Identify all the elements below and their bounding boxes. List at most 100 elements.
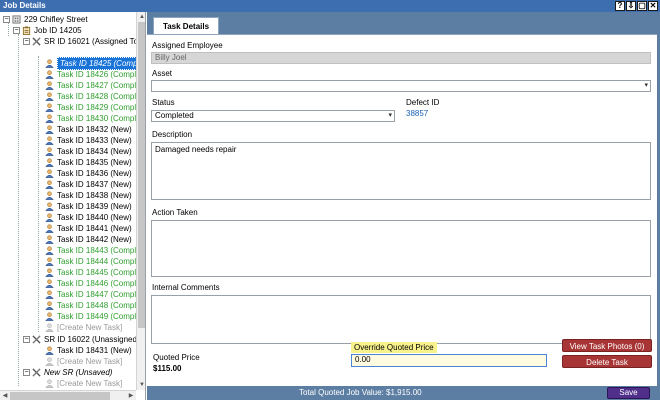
- tree-node-task[interactable]: Task ID 18442 (New): [45, 234, 132, 245]
- window-controls: ? ⇩ ▢ ✕: [615, 1, 658, 11]
- person-icon: [45, 224, 54, 233]
- tree-node-task[interactable]: Task ID 18441 (New): [45, 223, 132, 234]
- tree-node-task[interactable]: Task ID 18432 (New): [45, 124, 132, 135]
- person-icon: [45, 235, 54, 244]
- create-new-item[interactable]: [Create New Task]: [45, 378, 122, 389]
- scroll-up-icon[interactable]: ▲: [137, 12, 145, 22]
- tree-node-label: 229 Chifley Street: [24, 15, 88, 24]
- assigned-employee-field: Billy Joel: [151, 52, 651, 64]
- maximize-button[interactable]: ▢: [637, 1, 647, 11]
- tree-node-task[interactable]: Task ID 18438 (New): [45, 190, 132, 201]
- person-icon: [45, 125, 54, 134]
- person-icon: [45, 103, 54, 112]
- action-taken-textarea[interactable]: [151, 220, 651, 277]
- chevron-down-icon: ▾: [388, 112, 392, 119]
- create-new-item[interactable]: [Create New Task]: [45, 322, 122, 333]
- tree-node-task[interactable]: Task ID 18426 (Complet: [45, 69, 136, 80]
- collapse-icon[interactable]: −: [23, 38, 30, 45]
- tree-hscroll-thumb[interactable]: [10, 392, 110, 400]
- tree-node-label: Task ID 18449 (Complet: [57, 312, 136, 321]
- tree-vertical-scrollbar[interactable]: ▲ ▼: [136, 12, 145, 390]
- tree-node-label: Task ID 18437 (New): [57, 180, 132, 189]
- tree-node-task[interactable]: Task ID 18435 (New): [45, 157, 132, 168]
- tree-node-task[interactable]: Task ID 18446 (Complet: [45, 278, 136, 289]
- tree-node-task[interactable]: Task ID 18443 (Complet: [45, 245, 136, 256]
- tree-node-label: Task ID 18439 (New): [57, 202, 132, 211]
- tree-node-task[interactable]: Task ID 18440 (New): [45, 212, 132, 223]
- person-icon: [45, 158, 54, 167]
- collapse-icon[interactable]: −: [13, 27, 20, 34]
- tree-node-task[interactable]: Task ID 18430 (Complet: [45, 113, 136, 124]
- tree-node-task[interactable]: Task ID 18445 (Complet: [45, 267, 136, 278]
- tree-node-task[interactable]: Task ID 18439 (New): [45, 201, 132, 212]
- tree-node-task[interactable]: Task ID 18434 (New): [45, 146, 132, 157]
- tree-node-label: Task ID 18441 (New): [57, 224, 132, 233]
- tree-node-task[interactable]: Task ID 18436 (New): [45, 168, 132, 179]
- scroll-left-icon[interactable]: ◀: [0, 391, 10, 400]
- tree-node-label: Task ID 18428 (Complet: [57, 92, 136, 101]
- create-new-item[interactable]: [Create New Task]: [45, 356, 122, 367]
- person-icon: [45, 136, 54, 145]
- quoted-price-value: $115.00: [153, 364, 182, 373]
- tree-node-task[interactable]: Task ID 18429 (Complet: [45, 102, 136, 113]
- tree-node-task[interactable]: Task ID 18427 (Complet: [45, 80, 136, 91]
- status-label: Status: [152, 98, 175, 107]
- person-icon: [45, 169, 54, 178]
- person-icon: [45, 114, 54, 123]
- status-dropdown[interactable]: Completed ▾: [151, 110, 395, 122]
- tree-node-label: Task ID 18438 (New): [57, 191, 132, 200]
- person-icon: [45, 92, 54, 101]
- download-button[interactable]: ⇩: [626, 1, 636, 11]
- task-details-form: Assigned Employee Billy Joel Asset ▾ Sta…: [147, 34, 657, 386]
- defect-id-link[interactable]: 38857: [406, 109, 428, 118]
- scroll-right-icon[interactable]: ▶: [126, 391, 136, 400]
- tree-node-task[interactable]: Task ID 18431 (New): [45, 345, 132, 356]
- assigned-employee-label: Assigned Employee: [152, 41, 223, 50]
- tree-node-label: [Create New Task]: [57, 357, 123, 366]
- save-button[interactable]: Save: [607, 387, 650, 399]
- asset-dropdown[interactable]: ▾: [151, 80, 651, 92]
- tree-scroll-thumb[interactable]: [138, 22, 145, 328]
- tree-node-task[interactable]: Task ID 18437 (New): [45, 179, 132, 190]
- scroll-down-icon[interactable]: ▼: [137, 380, 145, 390]
- tree-node-label: Task ID 18446 (Complet: [57, 279, 136, 288]
- tree-node-label: Task ID 18443 (Complet: [57, 246, 136, 255]
- view-task-photos-button[interactable]: View Task Photos (0): [562, 339, 652, 352]
- tree-node-label: Task ID 18436 (New): [57, 169, 132, 178]
- help-button[interactable]: ?: [615, 1, 625, 11]
- delete-task-button[interactable]: Delete Task: [562, 355, 652, 368]
- description-textarea[interactable]: Damaged needs repair: [151, 142, 651, 200]
- tree-node-task[interactable]: Task ID 18448 (Complet: [45, 300, 136, 311]
- collapse-icon[interactable]: −: [23, 336, 30, 343]
- tree-node-sr-16021[interactable]: − SR ID 16021 (Assigned To T: [23, 36, 136, 47]
- clipboard-icon: [22, 26, 31, 35]
- tree-node-task[interactable]: Task ID 18447 (Complet: [45, 289, 136, 300]
- tree-node-job[interactable]: − Job ID 14205: [13, 25, 82, 36]
- tree-node-new-sr[interactable]: − New SR (Unsaved): [23, 367, 112, 378]
- tree-node-label: SR ID 16021 (Assigned To T: [44, 37, 136, 46]
- internal-comments-textarea[interactable]: [151, 295, 651, 344]
- tree-node-task[interactable]: Task ID 18425 (Comple: [45, 57, 136, 70]
- tree-node-task[interactable]: Task ID 18449 (Complet: [45, 311, 136, 322]
- person-icon: [45, 290, 54, 299]
- tree-node-task[interactable]: Task ID 18433 (New): [45, 135, 132, 146]
- tree-node-task[interactable]: Task ID 18444 (Complet: [45, 256, 136, 267]
- tree-node-property[interactable]: − 229 Chifley Street: [3, 14, 88, 25]
- window-titlebar: Job Details ? ⇩ ▢ ✕: [0, 0, 660, 12]
- tree-node-task[interactable]: Task ID 18428 (Complet: [45, 91, 136, 102]
- collapse-icon[interactable]: −: [23, 369, 30, 376]
- tree-node-label: Task ID 18434 (New): [57, 147, 132, 156]
- person-icon: [45, 81, 54, 90]
- override-quoted-price-input[interactable]: 0.00: [351, 354, 547, 367]
- collapse-icon[interactable]: −: [3, 16, 10, 23]
- person-icon: [45, 346, 54, 355]
- tree-node-sr-16022[interactable]: − SR ID 16022 (Unassigned): [23, 334, 136, 345]
- tree-node-label: Task ID 18433 (New): [57, 136, 132, 145]
- new-item-icon: [45, 323, 54, 332]
- new-item-icon: [45, 357, 54, 366]
- internal-comments-label: Internal Comments: [152, 283, 220, 292]
- chevron-down-icon: ▾: [644, 82, 648, 89]
- tab-task-details[interactable]: Task Details: [153, 17, 219, 35]
- close-button[interactable]: ✕: [648, 1, 658, 11]
- tree-horizontal-scrollbar[interactable]: ◀ ▶: [0, 390, 136, 400]
